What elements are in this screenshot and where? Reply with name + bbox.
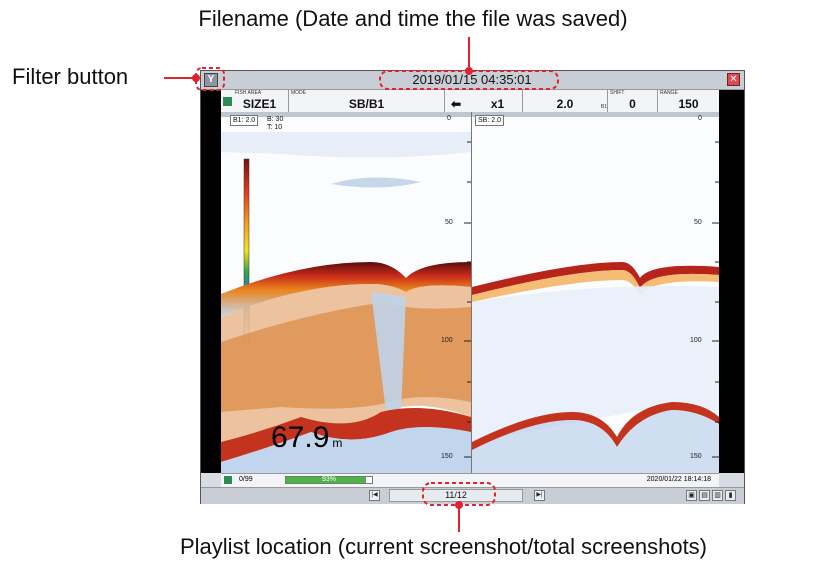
callout-overlay <box>164 37 559 532</box>
filter-leader-dot <box>192 74 200 82</box>
filter-highlight <box>195 67 225 91</box>
playlist-leader-dot <box>455 501 463 509</box>
filename-leader-dot <box>465 67 473 75</box>
